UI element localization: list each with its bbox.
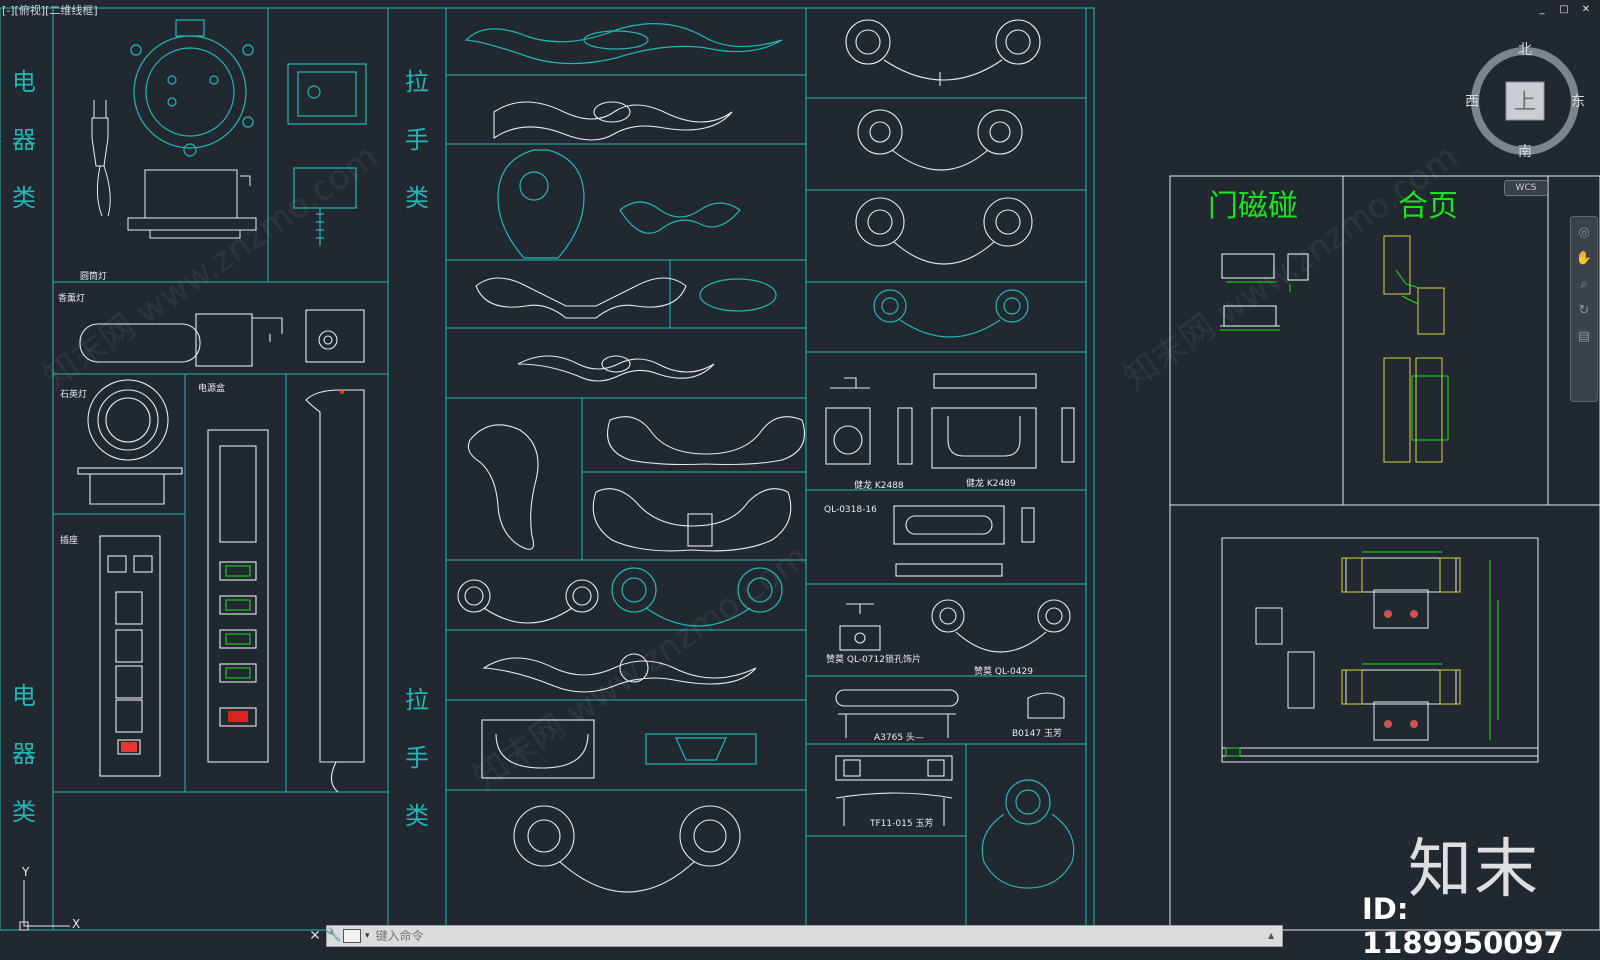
handle-c2-2: [857, 109, 1023, 171]
handle-13: [513, 805, 741, 893]
label-b0147: B0147 玉芳: [1012, 727, 1062, 739]
handle-6: [467, 416, 806, 550]
handle-c2-5: [825, 373, 1075, 469]
socket-drawing: [99, 535, 161, 777]
round-lamp-drawing: [130, 19, 254, 157]
wcs-menu[interactable]: WCS: [1504, 180, 1548, 196]
command-history-icon[interactable]: [343, 929, 361, 943]
label-round-lamp: 圆筒灯: [80, 270, 107, 282]
socket-switch-indicator: [121, 742, 137, 752]
restore-button[interactable]: □: [1558, 4, 1570, 16]
pan-icon[interactable]: ✋: [1574, 249, 1594, 269]
door-stop-title: 门磁碰: [1208, 189, 1298, 224]
minimize-button[interactable]: _: [1536, 4, 1548, 16]
electrical-bottom-title-2: 器: [12, 740, 36, 768]
handle-bottom-title: 拉: [405, 686, 429, 714]
handle-c2-10: [981, 779, 1075, 889]
cad-drawing-canvas[interactable]: 电 器 类 电 器 类 拉 手 类 拉 手 类 门磁碰 合页 圆筒灯 香薰灯 石…: [0, 0, 1600, 949]
command-line: ✕ 🔧 ▾ ▲: [309, 925, 1283, 947]
handle-c2-3: [855, 197, 1033, 265]
handle-top-title-2: 手: [405, 126, 429, 154]
label-ql-0318: QL-0318-16: [824, 505, 877, 515]
electrical-bottom-title-3: 类: [12, 798, 36, 826]
label-aroma-lamp: 香薰灯: [58, 292, 85, 304]
chevron-down-icon[interactable]: ▾: [365, 931, 370, 941]
steering-wheel-icon[interactable]: ◎: [1574, 223, 1594, 243]
label-tf11: TF11-015 玉芳: [869, 817, 933, 829]
navigation-bar: ◎ ✋ ⌕ ↻ ▤: [1570, 216, 1598, 402]
handle-bottom-title-2: 手: [405, 744, 429, 772]
handle-5: [517, 355, 715, 382]
label-ql-0429: 赞莫 QL-0429: [974, 665, 1033, 677]
electrical-top-title-2: 器: [12, 126, 36, 154]
compass-north[interactable]: 北: [1518, 42, 1532, 58]
handle-top-title: 拉: [405, 68, 429, 96]
handle-4: [475, 277, 687, 319]
ucs-icon: [19, 880, 70, 931]
compass-south[interactable]: 南: [1518, 144, 1532, 160]
hinge-accents: [1395, 269, 1449, 441]
handle-12: [645, 733, 757, 765]
label-jianlong-k2489: 健龙 K2489: [966, 477, 1016, 489]
handle-2: [493, 101, 733, 141]
long-strip-drawing: [305, 389, 365, 793]
quartz-lamp-drawing: [77, 379, 183, 505]
compass-east[interactable]: 东: [1571, 94, 1584, 110]
label-power-box: 电源盒: [198, 382, 225, 394]
showmotion-icon[interactable]: ▤: [1574, 327, 1594, 347]
ucs-y-label: Y: [21, 865, 30, 879]
handle-3: [497, 149, 741, 259]
electrical-bottom-title: 电: [12, 682, 36, 710]
label-socket: 插座: [60, 534, 78, 546]
close-button[interactable]: ✕: [1580, 4, 1592, 16]
handle-top-title-3: 类: [405, 184, 429, 212]
watermark-id: ID: 1189950097: [1362, 892, 1564, 960]
command-input[interactable]: [373, 928, 1268, 944]
window-controls: _ □ ✕: [1536, 4, 1592, 16]
hinge-drawing: [1383, 235, 1445, 463]
close-icon[interactable]: ✕: [305, 926, 325, 946]
electrical-top-title-3: 类: [12, 184, 36, 212]
chevron-up-icon[interactable]: ▲: [1268, 931, 1278, 941]
handle-c2-7: [839, 599, 1071, 653]
detail-sheet-accents: [1341, 557, 1461, 705]
ucs-x-label: X: [72, 917, 80, 931]
frame-lines: [0, 7, 1095, 931]
oval-knob: [699, 278, 777, 312]
viewcube-compass[interactable]: 上 北 南 东 西: [1466, 42, 1584, 160]
handle-7: [592, 488, 792, 552]
handle-1: [464, 23, 783, 65]
compass-west[interactable]: 西: [1466, 94, 1479, 110]
zoom-icon[interactable]: ⌕: [1574, 275, 1594, 295]
label-ql-0712: 赞莫 QL-0712锁孔饰片: [826, 653, 921, 665]
handle-c2-4: [873, 289, 1029, 338]
detail-sheet-drawing: [1221, 537, 1539, 763]
wrench-icon[interactable]: 🔧: [325, 926, 343, 946]
viewcube-face-label: 上: [1514, 90, 1536, 115]
power-box-switches: [225, 565, 251, 679]
handle-bottom-title-3: 类: [405, 802, 429, 830]
power-box-red-switch: [228, 711, 248, 722]
handle-c2-6: [893, 505, 1035, 577]
handle-8: [457, 579, 599, 624]
electrical-top-title: 电: [12, 68, 36, 96]
label-a3765: A3765 头—: [874, 732, 924, 743]
handle-c2-1: [845, 19, 1041, 86]
label-jianlong-k2488: 健龙 K2488: [854, 479, 904, 491]
strip-indicator: [340, 390, 344, 394]
handle-c2-9: [835, 755, 953, 826]
orbit-icon[interactable]: ↻: [1574, 301, 1594, 321]
viewport-label[interactable]: [-][俯视][二维线框]: [2, 2, 98, 18]
